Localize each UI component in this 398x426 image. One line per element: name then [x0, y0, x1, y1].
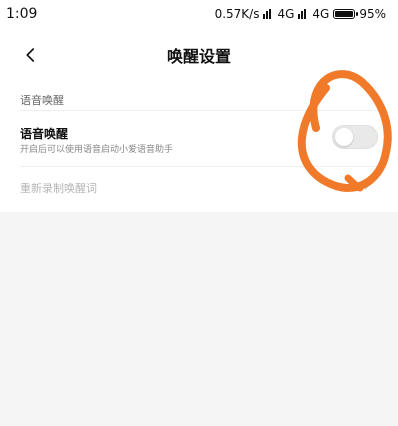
status-bar: 1:09 0.57K/s 4G 4G 95%	[0, 0, 398, 30]
signal-icon	[263, 9, 273, 19]
chevron-left-icon	[26, 48, 35, 62]
voice-wake-label: 语音唤醒	[20, 127, 69, 141]
status-indicators: 0.57K/s 4G 4G 95%	[215, 7, 386, 21]
header: 唤醒设置	[0, 30, 398, 80]
page-title: 唤醒设置	[166, 47, 231, 66]
divider	[20, 166, 380, 167]
battery-icon	[333, 9, 359, 19]
status-time: 1:09	[6, 6, 38, 22]
network-speed: 0.57K/s	[214, 7, 260, 21]
section-title: 语音唤醒	[20, 94, 64, 107]
back-button[interactable]	[18, 42, 44, 68]
network-type-1: 4G	[277, 7, 295, 21]
toggle-knob	[335, 128, 353, 146]
battery-percent: 95%	[359, 7, 386, 21]
network-type-2: 4G	[312, 7, 330, 21]
voice-wake-toggle[interactable]	[332, 125, 378, 149]
rerecord-wake-word-item[interactable]: 重新录制唤醒词	[20, 180, 97, 196]
voice-wake-section: 语音唤醒 语音唤醒 开启后可以使用语音启动小爱语音助手 重新录制唤醒词	[0, 80, 398, 212]
voice-wake-description: 开启后可以使用语音启动小爱语音助手	[20, 145, 174, 155]
chevron-right-icon[interactable]	[360, 178, 374, 192]
signal-icon	[298, 9, 308, 19]
divider	[20, 110, 380, 111]
